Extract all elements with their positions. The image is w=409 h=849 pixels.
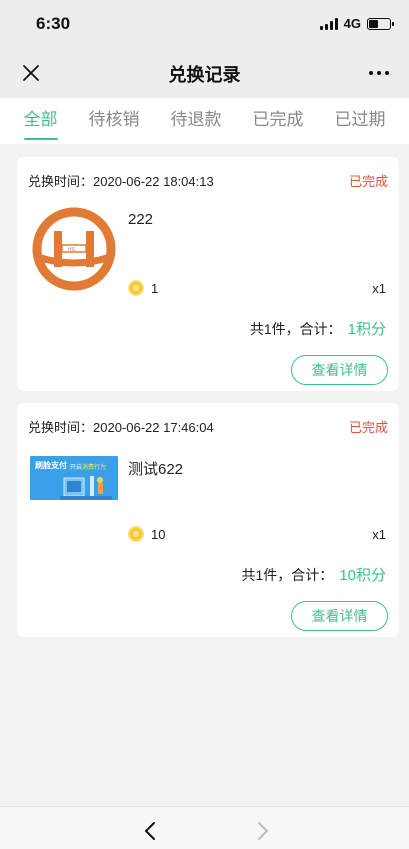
chevron-left-icon [145, 822, 155, 840]
exchange-time: 兑换时间：2020-06-22 18:04:13 [28, 174, 214, 189]
tab-expired[interactable]: 已过期 [331, 98, 390, 144]
back-button[interactable] [143, 821, 157, 846]
view-details-button[interactable]: 查看详情 [291, 601, 388, 631]
order-status: 已完成 [348, 174, 388, 189]
exchange-time: 兑换时间：2020-06-22 17:46:04 [28, 420, 214, 435]
quantity: x1 [372, 281, 386, 296]
chevron-right-icon [258, 822, 268, 840]
order-summary: 共1件，合计： 10积分 [242, 564, 386, 585]
order-status: 已完成 [348, 420, 388, 435]
svg-text:HS: HS [68, 247, 76, 253]
coin-icon [128, 280, 144, 296]
battery-icon [367, 17, 394, 30]
filter-tabs: 全部 待核销 待退款 已完成 已过期 [0, 98, 409, 144]
more-button[interactable] [365, 60, 393, 86]
signal-icon [319, 17, 338, 30]
navigation-bar: 兑换记录 [0, 48, 409, 98]
coin-amount: 1 [151, 280, 159, 296]
total-points: 1积分 [347, 321, 386, 338]
brand-logo: HS [32, 207, 116, 291]
coin-amount: 10 [151, 526, 166, 542]
status-time: 6:30 [36, 14, 71, 33]
more-dot-icon [385, 71, 389, 75]
product-name: 222 [128, 211, 154, 228]
forward-button[interactable] [256, 821, 270, 846]
product-thumbnail[interactable]: 刷脸支付 开启消费行为 [30, 456, 118, 500]
promo-subtitle: 开启消费行为 [70, 465, 107, 471]
network-type: 4G [343, 16, 361, 31]
order-card: 兑换时间：2020-06-22 18:04:13 已完成 HS 222 1 x1… [17, 157, 399, 391]
browser-toolbar [0, 806, 409, 849]
summary-prefix: 共1件，合计： [241, 567, 334, 583]
tab-all[interactable]: 全部 [20, 98, 62, 144]
kiosk-illustration [60, 476, 112, 500]
coin-icon [128, 526, 144, 542]
order-summary: 共1件，合计： 1积分 [250, 318, 386, 339]
promo-title: 刷脸支付 [35, 461, 67, 470]
view-details-button[interactable]: 查看详情 [291, 355, 388, 385]
summary-prefix: 共1件，合计： [249, 321, 342, 337]
product-name: 测试622 [128, 461, 184, 478]
status-indicators: 4G [319, 16, 394, 31]
quantity: x1 [372, 527, 386, 542]
more-dot-icon [369, 71, 373, 75]
tab-completed[interactable]: 已完成 [249, 98, 308, 144]
status-bar: 6:30 4G [0, 0, 409, 48]
page-title: 兑换记录 [168, 65, 241, 85]
product-thumbnail[interactable]: HS [30, 205, 118, 293]
promo-banner-image: 刷脸支付 开启消费行为 [30, 456, 118, 500]
more-dot-icon [377, 71, 381, 75]
tab-pending-refund[interactable]: 待退款 [167, 98, 226, 144]
total-points: 10积分 [339, 567, 386, 584]
tab-pending-verification[interactable]: 待核销 [85, 98, 144, 144]
coin-price: 1 [128, 280, 158, 296]
coin-price: 10 [128, 526, 165, 542]
order-card: 兑换时间：2020-06-22 17:46:04 已完成 刷脸支付 开启消费行为… [17, 403, 399, 637]
